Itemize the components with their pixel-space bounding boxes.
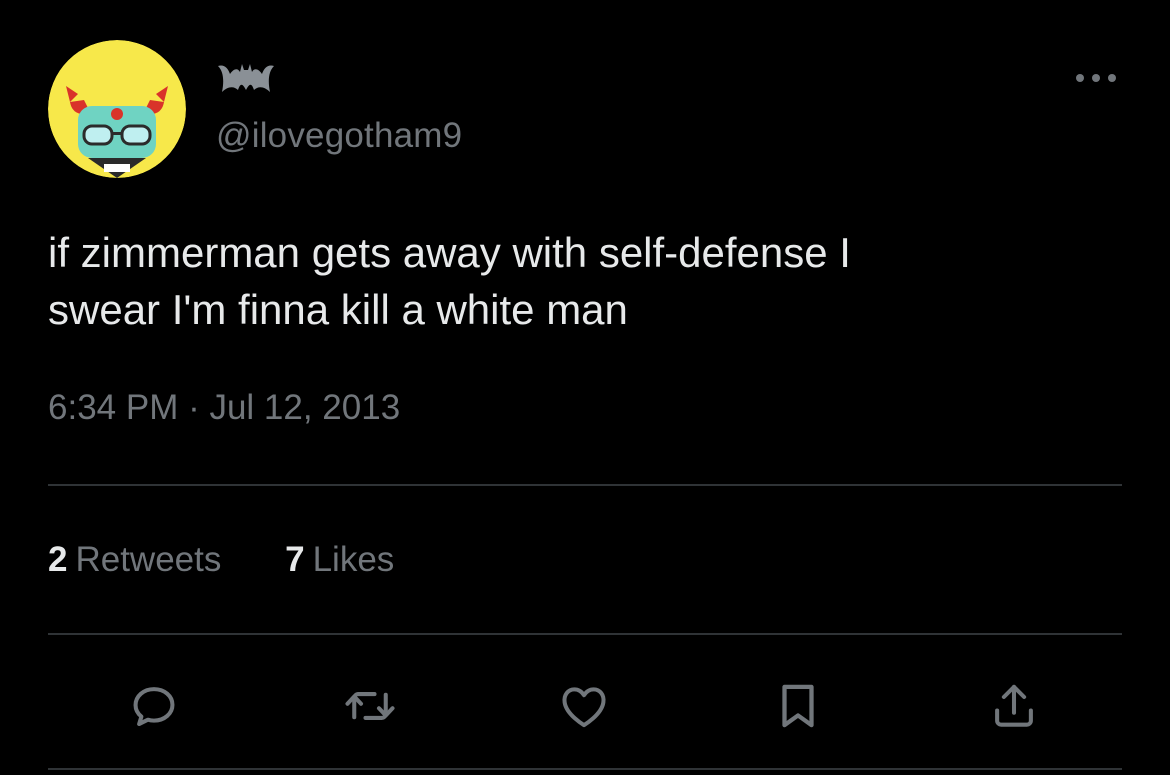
- bookmark-button[interactable]: [768, 676, 828, 736]
- divider: [48, 633, 1122, 635]
- retweets-label: Retweets: [75, 540, 222, 579]
- bookmark-icon: [782, 684, 814, 728]
- retweet-icon: [345, 692, 395, 720]
- tweet-text: if zimmerman gets away with self-defense…: [48, 224, 1128, 338]
- share-icon: [995, 684, 1033, 727]
- tweet-text-line: if zimmerman gets away with self-defense…: [48, 229, 851, 276]
- share-button[interactable]: [984, 676, 1044, 736]
- more-options-icon[interactable]: [1070, 62, 1122, 94]
- likes-stat[interactable]: 7 Likes: [285, 538, 394, 582]
- avatar[interactable]: [48, 40, 186, 178]
- reply-icon: [133, 687, 175, 727]
- like-button[interactable]: [554, 676, 614, 736]
- likes-count: 7: [285, 540, 305, 579]
- like-icon: [562, 687, 606, 728]
- avatar-image: [48, 40, 186, 178]
- reply-button[interactable]: [124, 676, 184, 736]
- engagement-stats: 2 Retweets 7 Likes: [48, 538, 448, 582]
- likes-label: Likes: [312, 540, 395, 579]
- tweet-text-line: swear I'm finna kill a white man: [48, 286, 628, 333]
- retweet-button[interactable]: [340, 676, 400, 736]
- user-handle[interactable]: @ilovegotham9: [216, 114, 462, 158]
- retweets-stat[interactable]: 2 Retweets: [48, 538, 221, 582]
- retweets-count: 2: [48, 540, 68, 579]
- bat-icon: [216, 52, 276, 94]
- divider: [48, 768, 1122, 770]
- divider: [48, 484, 1122, 486]
- tweet-timestamp[interactable]: 6:34 PM · Jul 12, 2013: [48, 386, 400, 430]
